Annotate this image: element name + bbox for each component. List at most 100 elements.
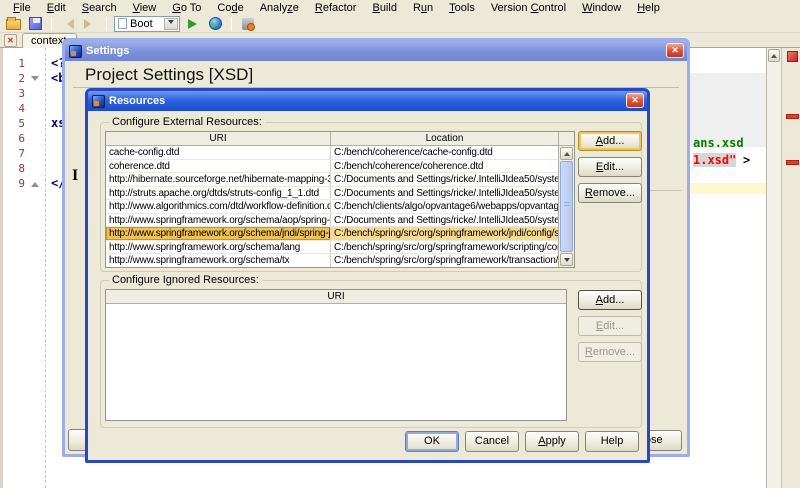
resource-row[interactable]: coherence.dtdC:/bench/coherence/coherenc…: [106, 160, 558, 174]
resource-row[interactable]: cache-config.dtdC:/bench/coherence/cache…: [106, 146, 558, 160]
main-toolbar: Boot: [0, 15, 800, 33]
help-button[interactable]: Help: [585, 431, 639, 452]
close-tab-icon[interactable]: ✕: [4, 34, 17, 47]
scrollbar-thumb[interactable]: [560, 161, 573, 252]
inspections-icon[interactable]: [239, 16, 257, 32]
back-icon[interactable]: [59, 16, 77, 32]
uri-cell: cache-config.dtd: [106, 146, 331, 159]
ignored-resources-group: Configure Ignored Resources: URI: [100, 280, 642, 428]
resource-row[interactable]: http://struts.apache.org/dtds/struts-con…: [106, 187, 558, 201]
remove-external-button[interactable]: Remove...: [578, 183, 642, 203]
menu-item-edit[interactable]: Edit: [40, 1, 73, 15]
fold-marker-icon[interactable]: [31, 76, 39, 85]
menu-item-refactor[interactable]: Refactor: [308, 1, 364, 15]
obscured-text-fragment: I: [72, 167, 78, 185]
page-title: Project Settings [XSD]: [85, 65, 253, 85]
add-external-button[interactable]: Add...: [578, 131, 642, 151]
menu-item-window[interactable]: Window: [575, 1, 628, 15]
line-number: 9: [3, 176, 25, 191]
ignored-resources-table[interactable]: URI: [105, 289, 567, 421]
location-cell: C:/bench/spring/src/org/springframework/…: [331, 227, 558, 240]
error-stripe[interactable]: [781, 48, 800, 488]
error-stripe-top-mark[interactable]: [787, 51, 798, 62]
error-stripe-mark[interactable]: [786, 160, 799, 165]
add-ignored-button[interactable]: Add...: [578, 290, 642, 310]
remove-ignored-button[interactable]: Remove...: [578, 342, 642, 362]
column-header-location[interactable]: Location: [331, 132, 559, 145]
menu-item-version-control[interactable]: Version Control: [484, 1, 573, 15]
line-number: 4: [3, 101, 25, 116]
resource-row[interactable]: http://www.springframework.org/schema/jn…: [106, 227, 558, 241]
close-icon[interactable]: ✕: [666, 43, 684, 58]
partial-row: [106, 268, 558, 269]
uri-cell: http://www.springframework.org/schema/tx: [106, 254, 331, 267]
location-cell: C:/Documents and Settings/ricke/.Intelli…: [331, 214, 558, 227]
menu-item-file[interactable]: File: [6, 1, 38, 15]
menu-item-tools[interactable]: Tools: [442, 1, 482, 15]
code-text-error: 1.xsd": [693, 153, 736, 167]
editor-scrollbar[interactable]: [766, 48, 781, 488]
menu-item-build[interactable]: Build: [365, 1, 403, 15]
uri-cell: http://www.algorithmics.com/dtd/workflow…: [106, 200, 331, 213]
resource-row[interactable]: http://www.algorithmics.com/dtd/workflow…: [106, 200, 558, 214]
edit-external-button[interactable]: Edit...: [578, 157, 642, 177]
external-group-label: Configure External Resources:: [109, 116, 265, 128]
menu-item-analyze[interactable]: Analyze: [253, 1, 306, 15]
line-number: 3: [3, 86, 25, 101]
table-header: URI Location: [106, 132, 574, 146]
run-configuration-select[interactable]: Boot: [114, 16, 180, 32]
resource-row[interactable]: http://www.springframework.org/schema/la…: [106, 241, 558, 255]
location-cell: C:/bench/clients/algo/opvantage6/webapps…: [331, 200, 558, 213]
table-scrollbar[interactable]: [558, 146, 574, 267]
fold-marker-icon[interactable]: [31, 178, 39, 187]
line-number: 6: [3, 131, 25, 146]
intellij-logo-icon: [92, 95, 105, 108]
forward-icon[interactable]: [81, 16, 99, 32]
column-header-uri[interactable]: URI: [106, 290, 566, 303]
scroll-down-icon[interactable]: [560, 253, 573, 266]
menu-item-search[interactable]: Search: [75, 1, 124, 15]
ignored-group-label: Configure Ignored Resources:: [109, 274, 262, 286]
toolbar-separator: [106, 17, 107, 31]
ok-button[interactable]: OK: [405, 431, 459, 452]
table-header: URI: [106, 290, 566, 304]
location-cell: C:/bench/coherence/cache-config.dtd: [331, 146, 558, 159]
chevron-down-icon[interactable]: [164, 18, 178, 30]
menu-item-view[interactable]: View: [126, 1, 164, 15]
menu-item-help[interactable]: Help: [630, 1, 667, 15]
line-number: 7: [3, 146, 25, 161]
column-header-uri[interactable]: URI: [106, 132, 331, 145]
menu-item-code[interactable]: Code: [210, 1, 250, 15]
run-config-icon: [118, 18, 127, 29]
save-icon[interactable]: [26, 16, 44, 32]
header-stub: [559, 132, 574, 145]
resource-row[interactable]: http://hibernate.sourceforge.net/hiberna…: [106, 173, 558, 187]
toolbar-separator: [51, 17, 52, 31]
resources-titlebar[interactable]: Resources ✕: [88, 91, 647, 111]
run-icon[interactable]: [184, 16, 202, 32]
scroll-up-icon[interactable]: [560, 147, 573, 160]
resource-row[interactable]: http://www.springframework.org/schema/tx…: [106, 254, 558, 268]
toolbar-separator: [231, 17, 232, 31]
resources-dialog: Resources ✕ Configure External Resources…: [85, 88, 650, 463]
close-icon[interactable]: ✕: [626, 93, 644, 108]
line-number: 1: [3, 56, 25, 71]
menu-item-go-to[interactable]: Go To: [165, 1, 208, 15]
location-cell: C:/bench/coherence/coherence.dtd: [331, 160, 558, 173]
edit-ignored-button[interactable]: Edit...: [578, 316, 642, 336]
location-cell: C:/bench/spring/src/org/springframework/…: [331, 254, 558, 267]
cancel-button[interactable]: Cancel: [465, 431, 519, 452]
location-cell: C:/Documents and Settings/ricke/.Intelli…: [331, 173, 558, 186]
sync-icon[interactable]: [206, 16, 224, 32]
external-resources-table[interactable]: URI Location cache-config.dtdC:/bench/co…: [105, 131, 575, 268]
uri-cell: http://hibernate.sourceforge.net/hiberna…: [106, 173, 331, 186]
resource-row[interactable]: http://www.springframework.org/schema/ao…: [106, 214, 558, 228]
open-folder-icon[interactable]: [4, 16, 22, 32]
error-stripe-mark[interactable]: [786, 114, 799, 119]
settings-titlebar[interactable]: Settings ✕: [65, 41, 687, 61]
uri-cell: coherence.dtd: [106, 160, 331, 173]
apply-button[interactable]: Apply: [525, 431, 579, 452]
scroll-up-icon[interactable]: [768, 49, 780, 62]
menu-item-run[interactable]: Run: [406, 1, 440, 15]
settings-title: Settings: [86, 45, 129, 57]
